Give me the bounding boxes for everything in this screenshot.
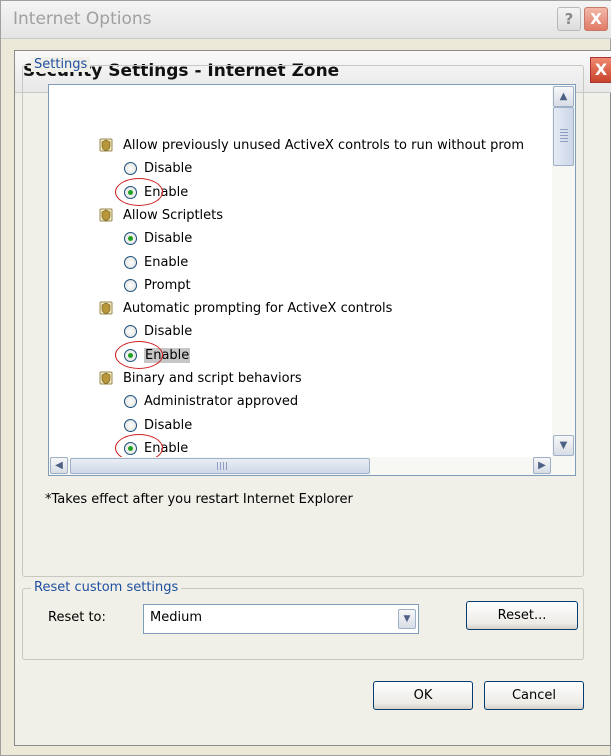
setting-option-label[interactable]: Disable — [144, 227, 192, 250]
horizontal-scroll-thumb[interactable] — [70, 458, 370, 474]
shield-setting-icon — [99, 208, 113, 222]
radio-unchecked-icon[interactable] — [124, 256, 137, 269]
setting-option-label[interactable]: Disable — [144, 157, 192, 180]
radio-unchecked-icon[interactable] — [124, 395, 137, 408]
red-annotation-circle — [115, 341, 163, 369]
scroll-grip-icon — [560, 129, 568, 143]
settings-legend: Settings — [31, 57, 91, 72]
setting-category-label: Binary and script behaviors — [123, 371, 302, 386]
setting-option-label[interactable]: Administrator approved — [144, 390, 298, 413]
setting-option-label[interactable]: Prompt — [144, 274, 191, 297]
internet-options-title: Internet Options — [13, 9, 152, 29]
restart-note: *Takes effect after you restart Internet… — [45, 492, 353, 507]
vertical-scrollbar[interactable]: ▲ ▼ — [552, 85, 575, 457]
reset-to-label: Reset to: — [48, 610, 106, 625]
red-annotation-circle — [115, 178, 163, 206]
shield-setting-icon — [99, 371, 113, 385]
scroll-right-icon[interactable]: ▶ — [533, 457, 551, 474]
dialog-close-icon[interactable]: X — [590, 57, 611, 83]
red-annotation-circle — [115, 434, 163, 457]
setting-option-label[interactable]: Disable — [144, 414, 192, 437]
radio-unchecked-icon[interactable] — [124, 162, 137, 175]
setting-option-label[interactable]: Disable — [144, 320, 192, 343]
reset-level-dropdown[interactable]: Medium ▼ — [143, 604, 419, 634]
ok-button[interactable]: OK — [373, 681, 473, 710]
cancel-button[interactable]: Cancel — [484, 681, 584, 710]
radio-unchecked-icon[interactable] — [124, 325, 137, 338]
shield-setting-icon — [99, 138, 113, 152]
scroll-down-icon[interactable]: ▼ — [553, 435, 574, 456]
chevron-down-icon[interactable]: ▼ — [398, 609, 416, 629]
scroll-left-icon[interactable]: ◀ — [50, 457, 68, 474]
reset-button[interactable]: Reset... — [466, 601, 578, 630]
vertical-scroll-thumb[interactable] — [553, 107, 574, 166]
setting-category-label: Allow Scriptlets — [123, 208, 224, 223]
settings-listbox[interactable]: Allow previously unused ActiveX controls… — [48, 84, 576, 476]
scroll-up-icon[interactable]: ▲ — [553, 86, 574, 107]
radio-unchecked-icon[interactable] — [124, 419, 137, 432]
reset-level-value: Medium — [150, 610, 202, 625]
setting-option-label[interactable]: Enable — [144, 251, 188, 274]
setting-category-label: Automatic prompting for ActiveX controls — [123, 301, 393, 316]
reset-legend: Reset custom settings — [31, 580, 182, 595]
close-icon[interactable]: X — [584, 7, 608, 31]
radio-checked-icon[interactable] — [124, 232, 137, 245]
settings-list: Allow previously unused ActiveX controls… — [49, 85, 552, 457]
scroll-grip-icon — [217, 462, 227, 470]
horizontal-scrollbar[interactable]: ◀ ▶ — [49, 457, 575, 475]
shield-setting-icon — [99, 301, 113, 315]
internet-options-titlebar: Internet Options ? X — [1, 1, 611, 39]
radio-unchecked-icon[interactable] — [124, 279, 137, 292]
setting-category-label: Allow previously unused ActiveX controls… — [123, 138, 525, 153]
help-icon[interactable]: ? — [557, 7, 581, 31]
